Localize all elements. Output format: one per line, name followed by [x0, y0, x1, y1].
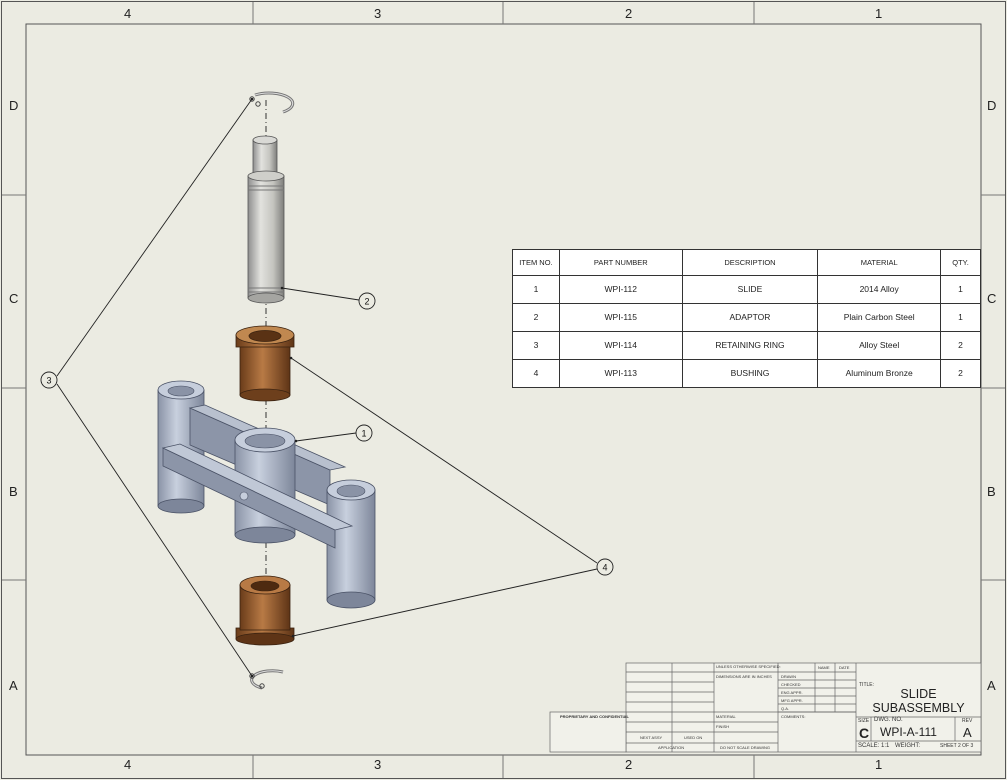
- bom-cell-qty: 1: [940, 274, 981, 304]
- outer-border: [1, 1, 1006, 779]
- zone-row-a-left: A: [9, 678, 18, 693]
- balloon-2-label: 2: [364, 297, 369, 307]
- bom-cell-material: Plain Carbon Steel: [817, 302, 942, 332]
- bom-row: 1 WPI-112 SLIDE 2014 Alloy 1: [512, 274, 981, 304]
- bom-cell-material: Aluminum Bronze: [817, 358, 942, 389]
- drawing-sheet: 1 2 3 4 4 3 2 1 4 3 2 1 D C B A D C B A …: [0, 0, 1007, 780]
- zone-col-3-top: 3: [374, 6, 382, 21]
- balloon-3[interactable]: 3: [40, 371, 58, 389]
- zone-row-d-right: D: [987, 98, 997, 113]
- zone-row-c-left: C: [9, 291, 19, 306]
- zone-row-a-right: A: [987, 678, 996, 693]
- zone-row-b-right: B: [987, 484, 996, 499]
- bom-cell-part-number: WPI-114: [558, 330, 683, 360]
- bushing-top: [235, 325, 295, 402]
- bom-cell-description: ADAPTOR: [681, 302, 819, 332]
- bom-cell-description: BUSHING: [681, 358, 819, 389]
- zone-col-4-top: 4: [124, 6, 132, 21]
- bom-cell-qty: 1: [940, 302, 981, 332]
- balloon-1-label: 1: [361, 429, 366, 439]
- zone-col-3-bottom: 3: [374, 757, 382, 772]
- bom-cell-item-no: 1: [512, 274, 560, 304]
- bom-cell-material: Alloy Steel: [817, 330, 942, 360]
- zone-row-b-left: B: [9, 484, 18, 499]
- zone-col-1-top: 1: [875, 6, 883, 21]
- zone-row-d-left: D: [9, 98, 19, 113]
- zone-col-4-bottom: 4: [124, 757, 132, 772]
- balloon-4[interactable]: 4: [596, 558, 614, 576]
- bom-header-part-number: PART NUMBER: [558, 249, 683, 276]
- balloon-3-label: 3: [46, 376, 51, 386]
- bushing-bottom: [235, 575, 295, 646]
- bom-header-description: DESCRIPTION: [681, 249, 819, 276]
- bom-header-row: ITEM NO. PART NUMBER DESCRIPTION MATERIA…: [512, 249, 981, 276]
- bom-cell-description: SLIDE: [681, 274, 819, 304]
- zone-ticks: [2, 2, 1005, 778]
- zone-col-2-top: 2: [625, 6, 633, 21]
- bom-row: 3 WPI-114 RETAINING RING Alloy Steel 2: [512, 330, 981, 360]
- bom-cell-qty: 2: [940, 330, 981, 360]
- bom-cell-description: RETAINING RING: [681, 330, 819, 360]
- balloon-1[interactable]: 1: [355, 424, 373, 442]
- bom-row: 2 WPI-115 ADAPTOR Plain Carbon Steel 1: [512, 302, 981, 332]
- bom-cell-material: 2014 Alloy: [817, 274, 942, 304]
- adaptor-shaft: [247, 135, 285, 304]
- zone-col-1-bottom: 1: [875, 757, 883, 772]
- bom-row: 4 WPI-113 BUSHING Aluminum Bronze 2: [512, 358, 981, 389]
- bom-header-item-no: ITEM NO.: [512, 249, 560, 276]
- retaining-ring-top: [249, 91, 295, 114]
- bom-cell-item-no: 4: [512, 358, 560, 389]
- bom-cell-item-no: 2: [512, 302, 560, 332]
- bom-cell-part-number: WPI-115: [558, 302, 683, 332]
- bom-cell-part-number: WPI-113: [558, 358, 683, 389]
- drawing-canvas: 1 2 3 4: [1, 1, 1006, 779]
- balloon-2[interactable]: 2: [358, 292, 376, 310]
- bom-cell-part-number: WPI-112: [558, 274, 683, 304]
- bom-cell-qty: 2: [940, 358, 981, 389]
- bom-cell-item-no: 3: [512, 330, 560, 360]
- bom-header-material: MATERIAL: [817, 249, 942, 276]
- bom-header-qty: QTY.: [940, 249, 981, 276]
- balloon-4-label: 4: [602, 563, 607, 573]
- zone-col-2-bottom: 2: [625, 757, 633, 772]
- retaining-ring-bottom: [249, 669, 284, 690]
- bill-of-materials-table: ITEM NO. PART NUMBER DESCRIPTION MATERIA…: [512, 249, 981, 389]
- zone-row-c-right: C: [987, 291, 997, 306]
